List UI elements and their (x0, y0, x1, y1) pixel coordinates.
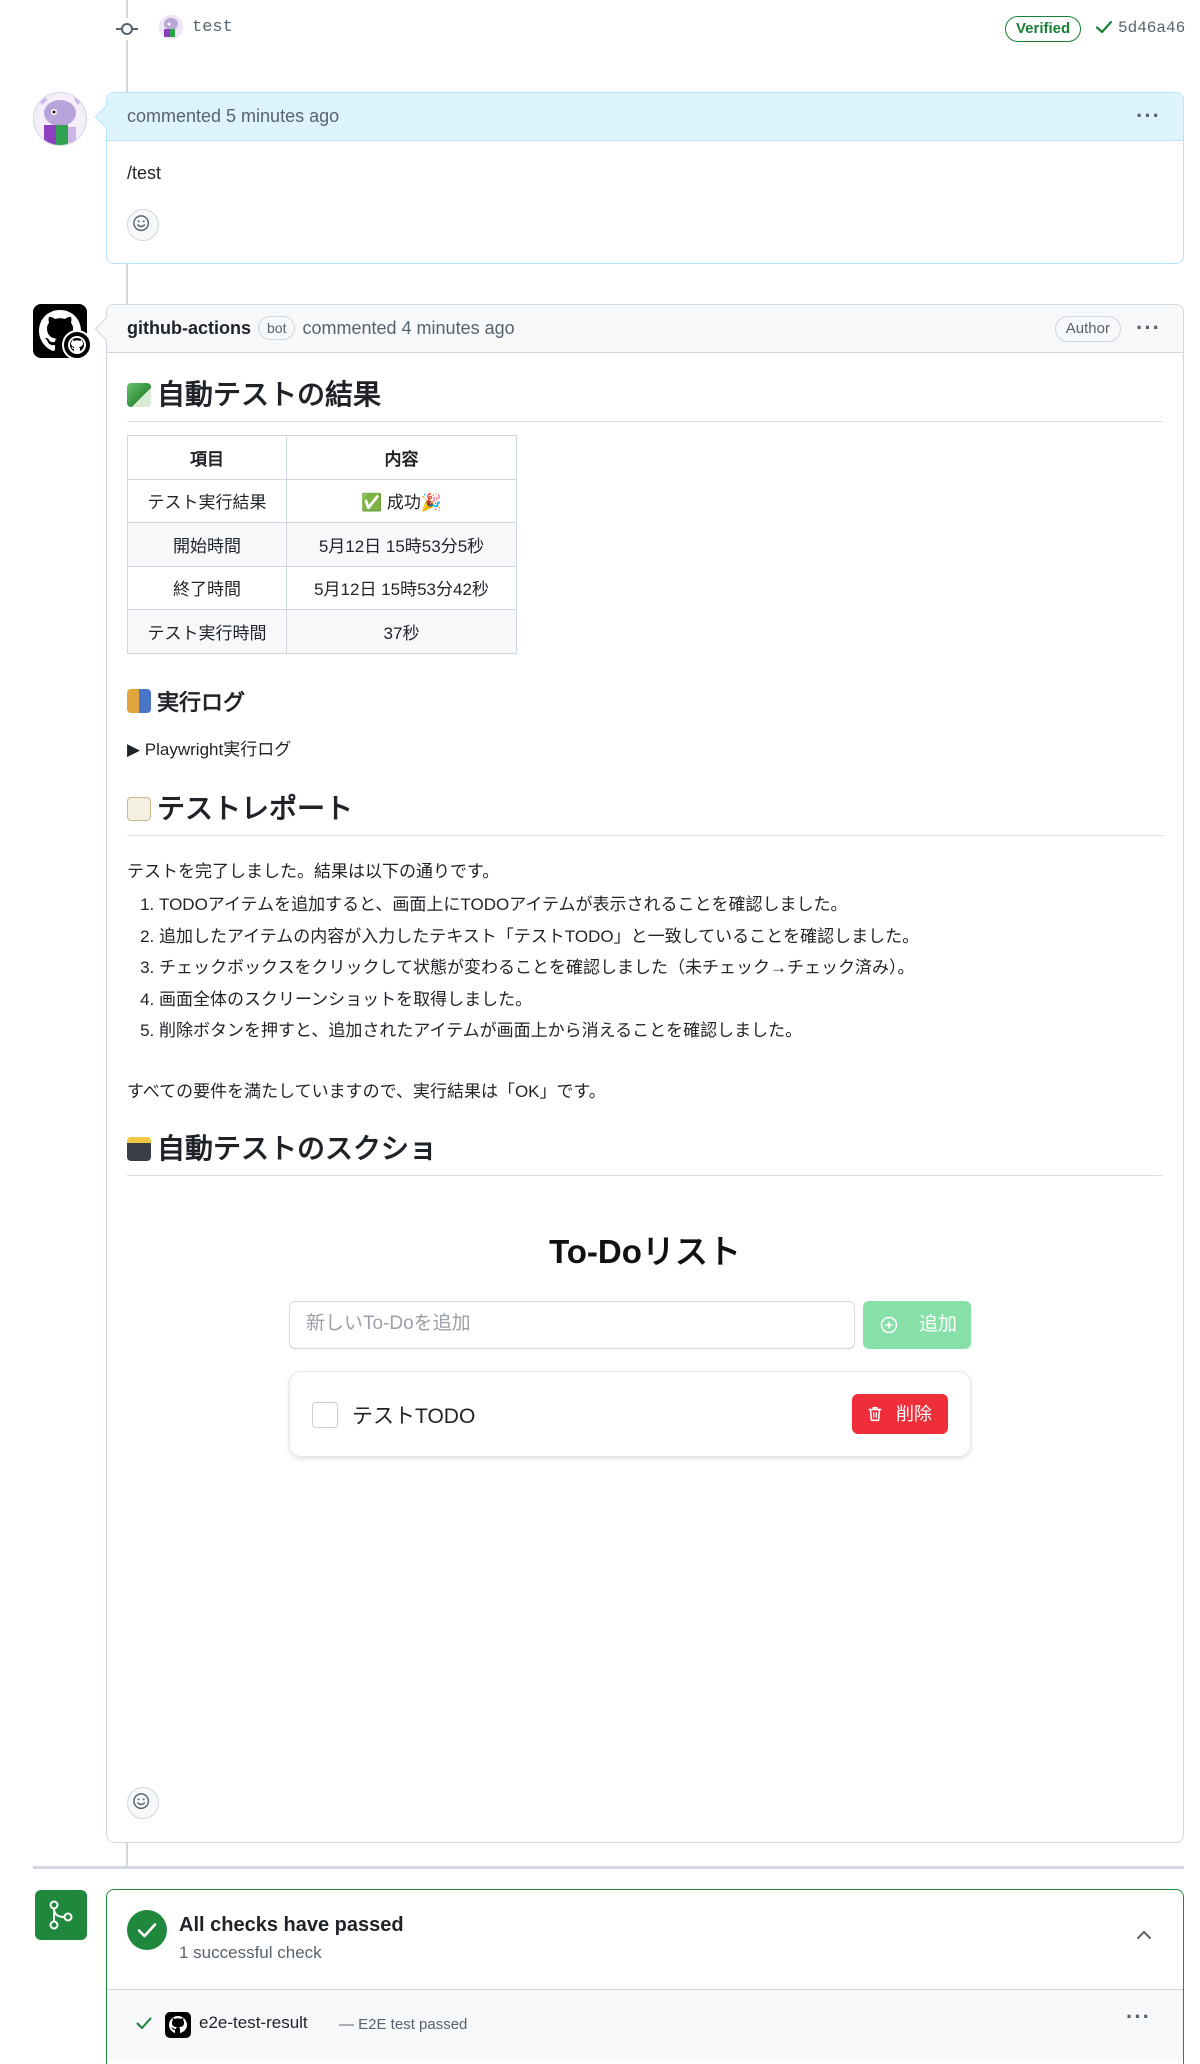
table-header: 項目 (127, 435, 287, 480)
git-merge-icon (35, 1890, 87, 1940)
commit-author-avatar[interactable] (159, 15, 183, 39)
github-logo-icon (68, 336, 86, 354)
comment-user: commented 5 minutes ago ··· /test (94, 92, 1184, 264)
list-item: 追加したアイテムの内容が入力したテキスト「テストTODO」と一致していることを確… (159, 921, 919, 953)
trash-icon (868, 1406, 882, 1422)
screenshot-todo-input: 新しいTo-Doを追加 (289, 1301, 855, 1349)
screenshot-checkbox (312, 1402, 338, 1428)
github-app-badge (62, 330, 92, 360)
camera-flash-icon (127, 1137, 151, 1161)
comment-bot: github-actions bot commented 4 minutes a… (94, 304, 1184, 1843)
screenshot-todo-text: テストTODO (352, 1405, 476, 1428)
check-row[interactable]: e2e-test-result — E2E test passed ··· (107, 1990, 1183, 2060)
results-heading: 自動テストの結果 (127, 373, 1163, 422)
table-cell: 5月12日 15時53分42秒 (286, 565, 517, 610)
timeline-divider (33, 1866, 1184, 1869)
timeline-line (126, 262, 128, 306)
log-details-toggle[interactable]: ▶ Playwright実行ログ (127, 735, 291, 760)
commit-sha-link[interactable]: 5d46a46 (1118, 19, 1185, 37)
table-row: 終了時間 5月12日 15時53分42秒 (127, 565, 517, 610)
check-name-link[interactable]: e2e-test-result (199, 2013, 308, 2033)
table-row: テスト実行結果 ✅ 成功🎉 (127, 478, 517, 523)
verified-badge[interactable]: Verified (1005, 16, 1082, 42)
plus-circle-icon (880, 1316, 898, 1334)
success-status-icon (127, 1910, 167, 1950)
add-reaction-button[interactable] (127, 209, 159, 241)
smiley-icon (133, 1793, 150, 1810)
list-item: 画面全体のスクリーンショットを取得しました。 (159, 984, 919, 1016)
masks-icon (127, 689, 151, 713)
checks-summary[interactable]: All checks have passed 1 successful chec… (107, 1890, 1183, 1990)
list-item: チェックボックスをクリックして状態が変わることを確認しました（未チェック→チェッ… (159, 952, 919, 984)
timeline-line (126, 1842, 128, 1866)
check-options-button[interactable]: ··· (1126, 2004, 1151, 2030)
table-cell: 37秒 (286, 609, 517, 654)
memo-icon (127, 797, 151, 821)
smiley-icon (133, 215, 150, 232)
check-icon (136, 2017, 152, 2029)
checks-title: All checks have passed (179, 1914, 404, 1936)
table-cell: テスト実行結果 (127, 478, 287, 523)
report-heading: テストレポート (127, 787, 1163, 836)
list-item: TODOアイテムを追加すると、画面上にTODOアイテムが表示されることを確認しま… (159, 889, 919, 921)
commit-message-link[interactable]: test (192, 18, 233, 37)
log-heading: 実行ログ (127, 685, 245, 717)
table-cell: 5月12日 15時53分5秒 (286, 522, 517, 567)
checks-panel: All checks have passed 1 successful chec… (106, 1889, 1184, 2064)
author-badge: Author (1054, 316, 1121, 342)
table-cell: 終了時間 (127, 565, 287, 610)
comment-header: commented 5 minutes ago ··· (107, 93, 1183, 141)
git-commit-icon (116, 18, 138, 40)
comment-header: github-actions bot commented 4 minutes a… (107, 305, 1183, 353)
screenshot-todo-item: テストTODO 削除 (289, 1371, 971, 1457)
test-screenshot-image[interactable]: To-Doリスト 新しいTo-Doを追加 追加 テストTODO 削除 (127, 1205, 1163, 1605)
table-header: 内容 (286, 435, 517, 480)
test-tube-icon (127, 383, 151, 407)
comment-body: /test (127, 163, 162, 183)
comment-author-link[interactable]: github-actions (127, 318, 251, 338)
report-list: TODOアイテムを追加すると、画面上にTODOアイテムが表示されることを確認しま… (159, 889, 919, 1047)
bot-label: bot (258, 316, 296, 340)
list-item: 削除ボタンを押すと、追加されたアイテムが画面上から消えることを確認しました。 (159, 1015, 919, 1047)
table-row: テスト実行時間 37秒 (127, 609, 517, 654)
comment-options-button[interactable]: ··· (1136, 305, 1161, 351)
comment-timestamp[interactable]: commented 5 minutes ago (127, 106, 339, 126)
commit-row: test Verified 5d46a46 (0, 0, 1200, 58)
table-cell: ✅ 成功🎉 (286, 478, 517, 523)
check-description: — E2E test passed (339, 2016, 468, 2033)
screenshot-app-title: To-Doリスト (549, 1233, 741, 1270)
user-avatar[interactable] (33, 92, 87, 146)
table-row: 開始時間 5月12日 15時53分5秒 (127, 522, 517, 567)
table-cell: 開始時間 (127, 522, 287, 567)
table-cell: テスト実行時間 (127, 609, 287, 654)
checks-subtitle: 1 successful check (179, 1943, 322, 1962)
results-table: 項目 内容 テスト実行結果 ✅ 成功🎉 開始時間 5月12日 15時53分5秒 … (127, 435, 517, 654)
screenshot-delete-button: 削除 (852, 1394, 948, 1434)
report-outro: すべての要件を満たしていますので、実行結果は「OK」です。 (127, 1082, 606, 1101)
report-intro: テストを完了しました。結果は以下の通りです。 (127, 862, 500, 881)
comment-options-button[interactable]: ··· (1136, 93, 1161, 139)
chevron-up-icon[interactable] (1135, 1926, 1153, 1944)
github-logo-icon (165, 2012, 191, 2038)
add-reaction-button[interactable] (127, 1787, 159, 1819)
screenshot-add-button: 追加 (863, 1301, 971, 1349)
check-icon (1095, 20, 1113, 34)
screenshot-heading: 自動テストのスクショ (127, 1127, 1163, 1176)
comment-timestamp[interactable]: commented 4 minutes ago (303, 318, 515, 338)
